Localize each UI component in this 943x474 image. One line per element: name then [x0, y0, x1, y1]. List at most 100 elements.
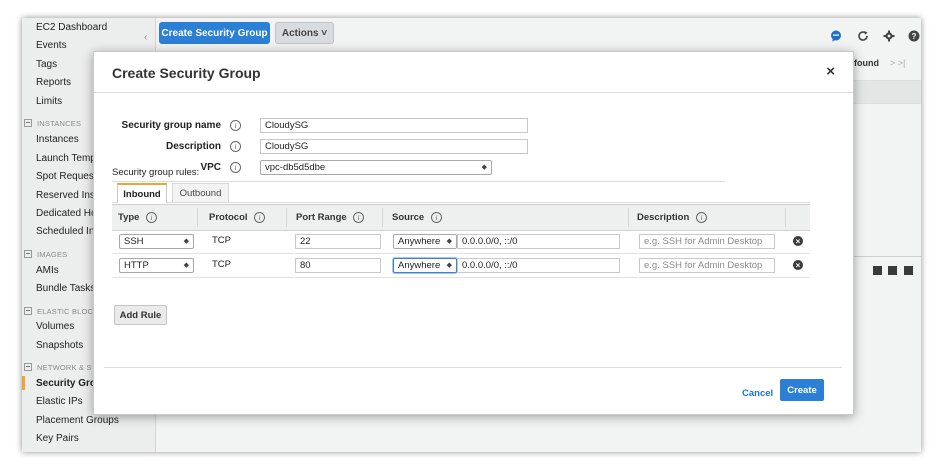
sidebar-item-events[interactable]: Events: [36, 40, 67, 51]
rule-description-input[interactable]: e.g. SSH for Admin Desktop: [639, 234, 775, 249]
info-icon[interactable]: i: [230, 141, 241, 152]
delete-rule-icon[interactable]: ×: [793, 236, 803, 246]
sidebar-item-key-pairs[interactable]: Key Pairs: [36, 433, 79, 444]
divider: [852, 256, 921, 257]
column-separator: [785, 208, 786, 227]
chat-icon[interactable]: [830, 30, 842, 42]
rule-port-range-input[interactable]: 22: [295, 234, 381, 249]
rule-source-select[interactable]: Anywhere ◆: [393, 258, 457, 273]
divider: [112, 181, 725, 182]
sidebar-item-security-groups[interactable]: Security Gro: [36, 378, 96, 389]
gear-icon[interactable]: [883, 30, 895, 42]
rule-cidr-input[interactable]: 0.0.0.0/0, ::/0: [457, 234, 620, 249]
collapse-sidebar-icon[interactable]: ‹: [144, 32, 147, 43]
collapse-icon: [24, 363, 32, 371]
info-icon[interactable]: i: [353, 212, 364, 223]
sidebar-section-images[interactable]: IMAGES: [24, 250, 67, 259]
create-security-group-dialog: Create Security Group × Security group n…: [93, 51, 854, 415]
rule-source-select[interactable]: Anywhere ◆: [393, 234, 457, 249]
create-security-group-button[interactable]: Create Security Group: [159, 22, 270, 44]
select-arrows-icon: ◆: [481, 164, 487, 171]
collapse-icon: [24, 307, 32, 315]
sidebar-item-elastic-ips[interactable]: Elastic IPs: [36, 396, 83, 407]
sidebar-item-launch-templates[interactable]: Launch Temp: [36, 153, 96, 164]
collapse-icon: [24, 250, 32, 258]
layout-icon[interactable]: [888, 266, 897, 275]
cancel-button[interactable]: Cancel: [742, 388, 773, 399]
dialog-title: Create Security Group: [112, 65, 261, 81]
info-icon[interactable]: i: [696, 212, 707, 223]
security-group-rules-label: Security group rules:: [112, 167, 200, 178]
column-header-protocol: Protocol: [209, 212, 248, 223]
rule-type-select[interactable]: SSH ◆: [119, 234, 194, 249]
column-separator: [382, 208, 383, 227]
sidebar-item-volumes[interactable]: Volumes: [36, 321, 74, 332]
info-icon[interactable]: i: [230, 162, 241, 173]
column-header-port-range: Port Range: [296, 212, 347, 223]
sidebar-item-ec2-dashboard[interactable]: EC2 Dashboard: [36, 22, 107, 33]
refresh-icon[interactable]: [857, 30, 869, 42]
select-arrows-icon: ◆: [183, 238, 189, 245]
create-button[interactable]: Create: [780, 379, 824, 401]
active-item-indicator: [22, 376, 25, 390]
vpc-label: VPC: [200, 162, 221, 173]
sidebar-item-reports[interactable]: Reports: [36, 77, 71, 88]
rule-description-input[interactable]: e.g. SSH for Admin Desktop: [639, 258, 775, 273]
layout-icon[interactable]: [873, 266, 882, 275]
info-icon[interactable]: i: [230, 120, 241, 131]
sidebar-item-scheduled-instances[interactable]: Scheduled In: [36, 226, 94, 237]
description-input[interactable]: CloudySG: [260, 139, 528, 154]
pagination-found-text: found: [854, 58, 879, 68]
sidebar-item-spot-requests[interactable]: Spot Request: [36, 171, 97, 182]
sidebar-item-tags[interactable]: Tags: [36, 59, 57, 70]
close-icon[interactable]: ×: [826, 63, 835, 80]
description-label: Description: [165, 141, 221, 152]
pagination-nav-icons[interactable]: > >|: [890, 58, 905, 68]
security-group-name-label: Security group name: [121, 120, 221, 131]
actions-dropdown-button[interactable]: Actions ˅: [275, 22, 334, 44]
sidebar-item-bundle-tasks[interactable]: Bundle Tasks: [36, 283, 95, 294]
sidebar-item-limits[interactable]: Limits: [36, 96, 62, 107]
dialog-header: Create Security Group ×: [94, 52, 853, 93]
info-icon[interactable]: i: [254, 212, 265, 223]
sidebar-section-elastic-block-store[interactable]: ELASTIC BLOC: [24, 307, 93, 316]
sidebar-item-dedicated-hosts[interactable]: Dedicated Ho: [36, 208, 97, 219]
info-icon[interactable]: i: [431, 212, 442, 223]
sidebar-item-instances[interactable]: Instances: [36, 134, 79, 145]
select-arrows-icon: ◆: [446, 238, 452, 245]
add-rule-button[interactable]: Add Rule: [114, 305, 167, 325]
table-header-band: [852, 80, 921, 104]
security-group-name-input[interactable]: CloudySG: [260, 118, 528, 133]
rules-table-header: Type i Protocol i Port Range i Source i …: [112, 204, 810, 231]
sidebar-item-reserved-instances[interactable]: Reserved Inst: [36, 190, 98, 201]
info-icon[interactable]: i: [146, 212, 157, 223]
sidebar-item-snapshots[interactable]: Snapshots: [36, 340, 83, 351]
dialog-footer-divider: [104, 367, 842, 368]
rule-cidr-input[interactable]: 0.0.0.0/0, ::/0: [457, 258, 620, 273]
vpc-select[interactable]: vpc-db5d5dbe ◆: [260, 160, 492, 175]
table-row: HTTP ◆ TCP 80 Anywhere ◆ 0.0.0.0/0, ::/0 e…: [112, 254, 810, 278]
column-header-description: Description: [637, 212, 690, 223]
select-arrows-icon: ◆: [183, 262, 189, 269]
column-header-type: Type: [118, 212, 140, 223]
select-arrows-icon: ◆: [446, 262, 452, 269]
rule-type-select[interactable]: HTTP ◆: [119, 258, 194, 273]
sidebar-section-network-security[interactable]: NETWORK & S: [24, 363, 92, 372]
delete-rule-icon[interactable]: ×: [793, 260, 803, 270]
sidebar-item-amis[interactable]: AMIs: [36, 265, 59, 276]
rule-port-range-input[interactable]: 80: [295, 258, 381, 273]
svg-text:?: ?: [912, 32, 917, 41]
column-header-source: Source: [392, 212, 425, 223]
column-separator: [286, 208, 287, 227]
column-separator: [628, 208, 629, 227]
column-separator: [197, 208, 198, 227]
tab-inbound[interactable]: Inbound: [117, 183, 167, 203]
help-icon[interactable]: ?: [908, 30, 920, 42]
sidebar-section-instances[interactable]: INSTANCES: [24, 119, 81, 128]
rule-protocol: TCP: [212, 259, 231, 270]
sidebar-item-placement-groups[interactable]: Placement Groups: [36, 415, 119, 426]
rule-protocol: TCP: [212, 235, 231, 246]
layout-icon[interactable]: [904, 266, 913, 275]
tab-outbound[interactable]: Outbound: [172, 183, 229, 203]
console-window: EC2 Dashboard Events Tags Reports Limits…: [22, 18, 921, 452]
